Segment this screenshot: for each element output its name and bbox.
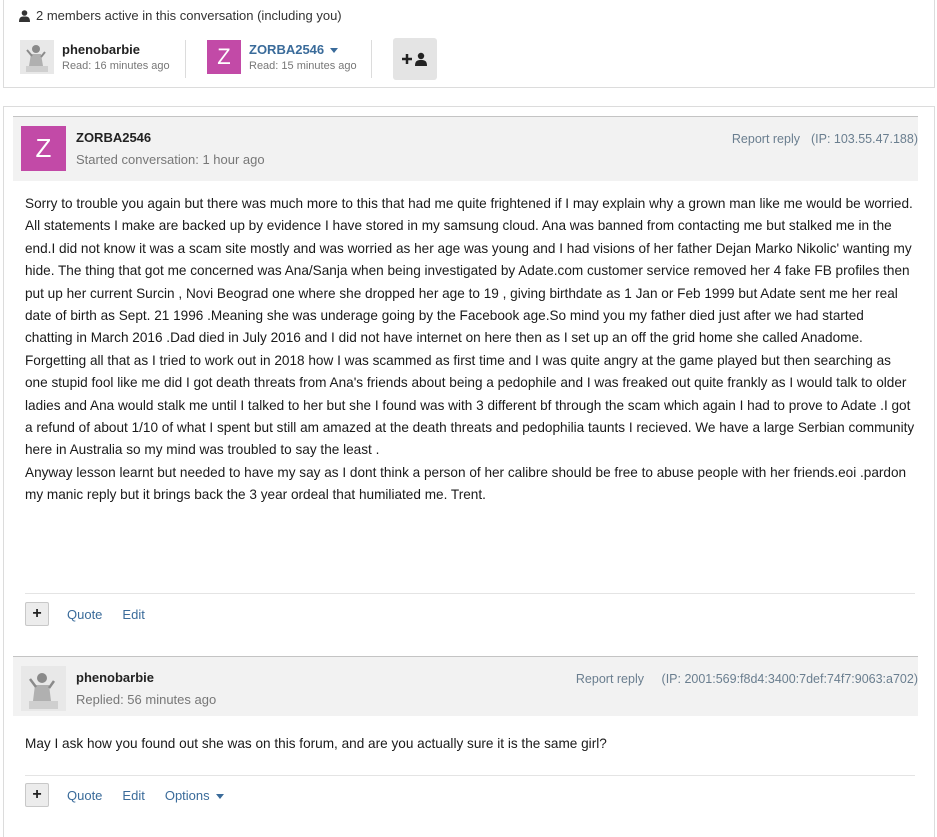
divider: [185, 40, 186, 78]
members-header: 2 members active in this conversation (i…: [19, 8, 342, 23]
member-phenobarbie[interactable]: phenobarbie Read: 16 minutes ago: [20, 40, 170, 74]
message-actions: + Quote Edit Options: [25, 783, 244, 807]
message-ip: (IP: 103.55.47.188): [810, 132, 918, 146]
message-paragraph: Anyway lesson learnt but needed to have …: [25, 464, 907, 503]
member-zorba2546[interactable]: Z ZORBA2546 Read: 15 minutes ago: [207, 40, 357, 74]
members-header-text: 2 members active in this conversation (i…: [36, 8, 342, 23]
message-body: Sorry to trouble you again but there was…: [25, 193, 915, 507]
avatar-phenobarbie[interactable]: [20, 40, 54, 74]
quote-link[interactable]: Quote: [67, 788, 102, 803]
message-paragraph: All statements I make are backed up by e…: [25, 218, 912, 346]
report-reply-link[interactable]: Report reply: [732, 132, 800, 146]
message-header: phenobarbie Replied: 56 minutes ago Repo…: [13, 656, 918, 716]
edit-link[interactable]: Edit: [122, 607, 144, 622]
avatar-zorba2546[interactable]: Z: [21, 126, 66, 171]
message-actions: + Quote Edit: [25, 602, 165, 626]
message-paragraph: May I ask how you found out she was on t…: [25, 736, 607, 751]
options-label[interactable]: Options: [165, 788, 210, 803]
multiquote-button[interactable]: +: [25, 783, 49, 807]
message-paragraph: Sorry to trouble you again but there was…: [25, 196, 913, 211]
member-name[interactable]: ZORBA2546: [249, 42, 357, 57]
edit-link[interactable]: Edit: [122, 788, 144, 803]
message-body: May I ask how you found out she was on t…: [25, 733, 915, 755]
message-meta: Replied: 56 minutes ago: [76, 692, 217, 707]
chevron-down-icon[interactable]: [330, 48, 339, 54]
message-paragraph: Forgetting all that as I tried to work o…: [25, 352, 915, 458]
add-user-icon: [402, 52, 427, 66]
messages-container: Z ZORBA2546 Started conversation: 1 hour…: [3, 106, 935, 837]
person-icon: [19, 9, 30, 22]
quote-link[interactable]: Quote: [67, 607, 102, 622]
members-panel: 2 members active in this conversation (i…: [3, 0, 935, 88]
chevron-down-icon[interactable]: [215, 793, 224, 799]
member-read-status: Read: 15 minutes ago: [249, 60, 357, 72]
divider: [25, 593, 915, 594]
report-reply-link[interactable]: Report reply: [576, 672, 644, 686]
divider: [371, 40, 372, 78]
message-ip: (IP: 2001:569:f8d4:3400:7def:74f7:9063:a…: [661, 672, 918, 686]
message-author[interactable]: phenobarbie: [76, 670, 154, 685]
avatar-zorba2546[interactable]: Z: [207, 40, 241, 74]
member-name-text[interactable]: ZORBA2546: [249, 42, 324, 57]
member-name[interactable]: phenobarbie: [62, 42, 170, 57]
message-meta: Started conversation: 1 hour ago: [76, 152, 265, 167]
options-dropdown[interactable]: Options: [165, 788, 224, 803]
member-read-status: Read: 16 minutes ago: [62, 60, 170, 72]
avatar-phenobarbie[interactable]: [21, 666, 66, 711]
message-header: Z ZORBA2546 Started conversation: 1 hour…: [13, 116, 918, 181]
message-author[interactable]: ZORBA2546: [76, 130, 151, 145]
multiquote-button[interactable]: +: [25, 602, 49, 626]
divider: [25, 775, 915, 776]
add-participant-button[interactable]: [393, 38, 437, 80]
